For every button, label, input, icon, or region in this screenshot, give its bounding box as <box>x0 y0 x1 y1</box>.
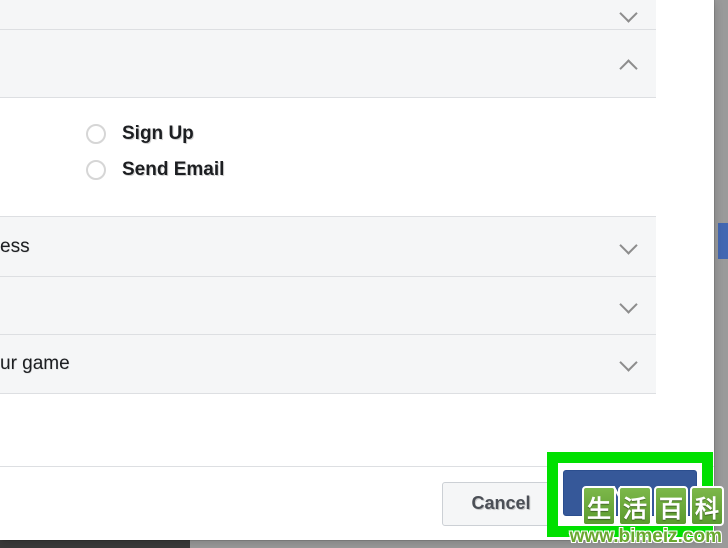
section-label: ur game <box>0 353 70 375</box>
chevron-down-icon <box>618 296 638 316</box>
section-row-3[interactable] <box>0 277 656 335</box>
dark-bottom-strip <box>0 540 190 548</box>
section-row-2[interactable]: ess <box>0 217 656 277</box>
section-row-1[interactable] <box>0 30 656 98</box>
section-row-4[interactable]: ur game <box>0 335 656 394</box>
cancel-button[interactable]: Cancel <box>442 482 560 526</box>
radio-icon <box>86 124 106 144</box>
radio-option-sendemail[interactable]: Send Email <box>86 152 656 188</box>
radio-label: Send Email <box>122 159 224 181</box>
chevron-up-icon <box>618 54 638 74</box>
dialog-modal: Sign Up Send Email ess ur game Cancel <box>0 0 714 540</box>
settings-panel: Sign Up Send Email ess ur game <box>0 0 656 394</box>
radio-option-signup[interactable]: Sign Up <box>86 116 656 152</box>
chevron-down-icon <box>618 5 638 25</box>
background-blue-button-edge <box>718 223 728 259</box>
cta-options-group: Sign Up Send Email <box>0 98 656 217</box>
radio-icon <box>86 160 106 180</box>
radio-label: Sign Up <box>122 123 194 145</box>
button-label: Cancel <box>471 493 530 514</box>
section-row-0[interactable] <box>0 0 656 30</box>
section-label: ess <box>0 236 30 258</box>
next-button-overlay[interactable]: Next <box>563 470 697 516</box>
button-label: Next <box>610 483 649 504</box>
chevron-down-icon <box>618 237 638 257</box>
chevron-down-icon <box>618 354 638 374</box>
